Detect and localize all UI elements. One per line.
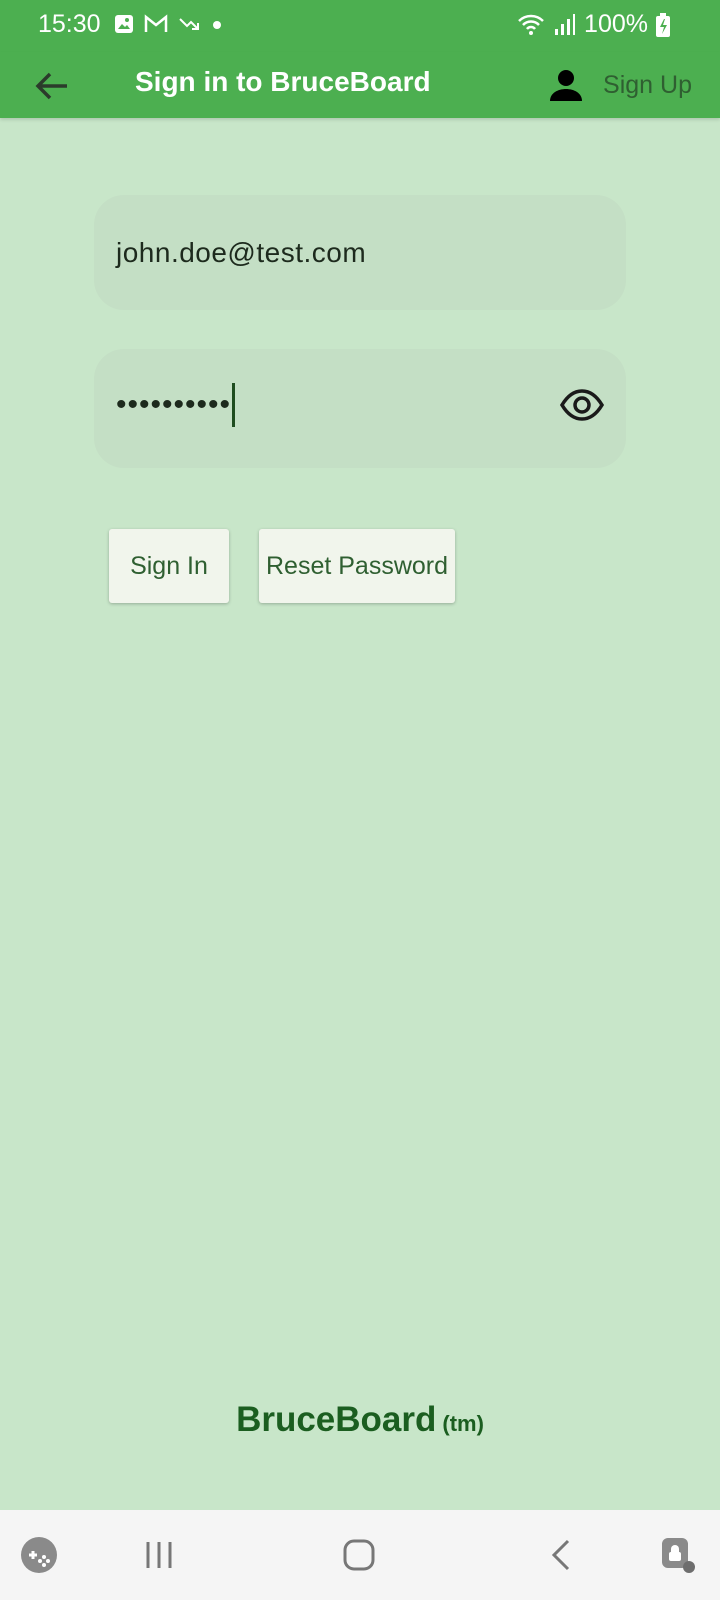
accessibility-button[interactable]	[654, 1530, 704, 1580]
password-value-wrap: ••••••••••	[116, 383, 236, 427]
status-left-icons	[114, 14, 224, 34]
page-title: Sign in to BruceBoard	[135, 66, 431, 97]
text-cursor	[232, 383, 236, 427]
wifi-icon	[518, 14, 544, 35]
status-bar: 15:30 100%	[0, 0, 720, 52]
home-button[interactable]	[334, 1530, 384, 1580]
image-icon	[115, 15, 133, 33]
sign-up-label: Sign Up	[603, 70, 692, 99]
person-icon	[550, 70, 583, 101]
home-icon	[343, 1539, 375, 1571]
eye-icon	[559, 389, 605, 421]
recent-apps-icon	[146, 1542, 172, 1568]
recent-apps-button[interactable]	[134, 1530, 184, 1580]
game-launcher-icon	[21, 1537, 57, 1573]
email-value: john.doe@test.com	[116, 237, 367, 268]
gmail-icon	[144, 14, 168, 32]
battery-percent: 100%	[584, 10, 648, 38]
dot-icon	[213, 21, 221, 29]
status-right-icons: 100%	[516, 10, 670, 39]
back-button[interactable]	[30, 64, 74, 108]
accessibility-icon	[662, 1538, 695, 1573]
email-field[interactable]: john.doe@test.com	[94, 195, 626, 310]
sign-in-button[interactable]: Sign In	[109, 529, 229, 603]
sign-up-button[interactable]: Sign Up	[549, 62, 692, 108]
back-icon	[551, 1539, 570, 1571]
trademark-label: (tm)	[442, 1411, 484, 1436]
arrow-left-icon	[35, 72, 67, 100]
navigation-bar	[0, 1510, 720, 1600]
brand-name: BruceBoard	[236, 1400, 437, 1439]
game-launcher-button[interactable]	[14, 1530, 64, 1580]
battery-charging-icon	[656, 12, 670, 37]
signal-icon	[555, 13, 576, 35]
password-field[interactable]: ••••••••••	[94, 349, 626, 468]
show-password-button[interactable]	[558, 385, 606, 425]
trend-down-icon	[179, 18, 199, 30]
reset-password-button[interactable]: Reset Password	[259, 529, 455, 603]
app-bar: Sign in to BruceBoard Sign Up	[0, 52, 720, 118]
status-time: 15:30	[38, 10, 101, 38]
footer-brand: BruceBoard (tm)	[0, 1400, 720, 1440]
system-back-button[interactable]	[536, 1530, 586, 1580]
password-value: ••••••••••	[116, 388, 232, 421]
